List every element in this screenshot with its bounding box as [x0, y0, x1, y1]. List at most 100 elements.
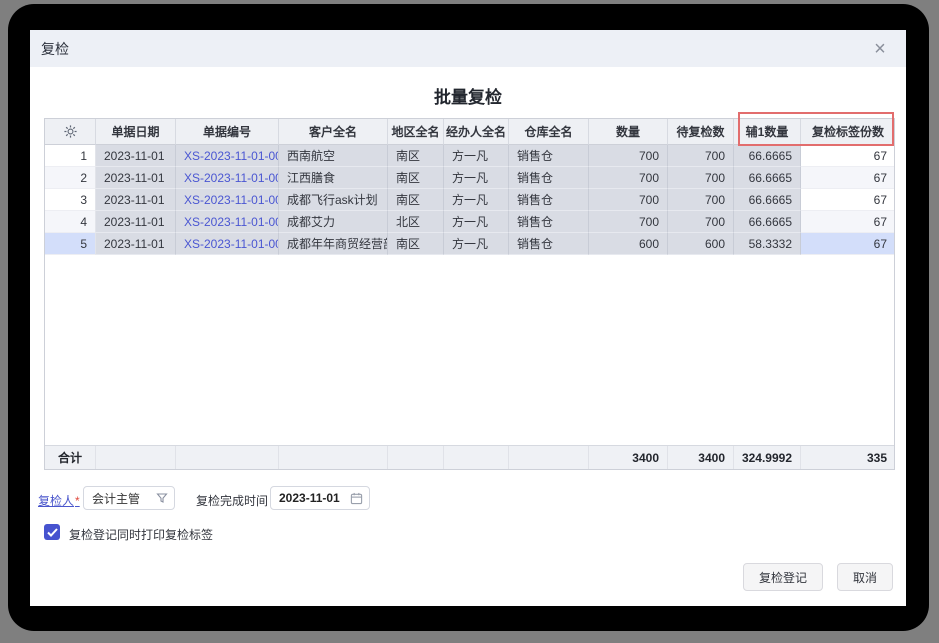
cell-copies[interactable]: 67 [801, 167, 894, 189]
col-header-date[interactable]: 单据日期 [96, 119, 176, 145]
cell-date: 2023-11-01 [96, 189, 176, 211]
table-body: 12023-11-01XS-2023-11-01-00047西南航空南区方一凡销… [45, 145, 894, 255]
cell-date: 2023-11-01 [96, 211, 176, 233]
row-number: 4 [45, 211, 96, 233]
total-doc_no [176, 446, 279, 469]
total-pending: 3400 [668, 446, 734, 469]
cell-copies[interactable]: 67 [801, 145, 894, 167]
cell-handler: 方一凡 [444, 211, 509, 233]
column-settings-button[interactable] [45, 119, 96, 145]
col-header-copies[interactable]: 复检标签份数 [801, 119, 894, 145]
cell-qty: 700 [589, 145, 668, 167]
reinspection-dialog: 复检 × 批量复检 单据日期单据编号客户全名地区全名经办人全名仓库全名数量待复检… [30, 30, 906, 606]
gear-icon [64, 125, 77, 138]
table-empty-area [45, 255, 894, 445]
print-checkbox[interactable] [44, 524, 60, 540]
cell-handler: 方一凡 [444, 233, 509, 255]
page-title: 批量复检 [30, 83, 906, 108]
cell-pending: 700 [668, 211, 734, 233]
total-warehouse [509, 446, 589, 469]
total-customer [279, 446, 388, 469]
col-header-pending[interactable]: 待复检数 [668, 119, 734, 145]
cell-customer: 西南航空 [279, 145, 388, 167]
total-qty: 3400 [589, 446, 668, 469]
cell-region: 南区 [388, 145, 444, 167]
cell-aux: 58.3332 [734, 233, 801, 255]
cell-aux: 66.6665 [734, 211, 801, 233]
print-checkbox-label[interactable]: 复检登记同时打印复检标签 [69, 526, 213, 543]
completion-time-field [270, 486, 370, 510]
table-row[interactable]: 32023-11-01XS-2023-11-01-00049成都飞行ask计划南… [45, 189, 894, 211]
close-icon[interactable]: × [868, 37, 892, 61]
cell-copies[interactable]: 67 [801, 189, 894, 211]
cell-region: 北区 [388, 211, 444, 233]
inspector-input[interactable] [84, 491, 156, 505]
table-total-row: 合计34003400324.9992335 [45, 445, 894, 469]
cell-pending: 600 [668, 233, 734, 255]
footer-buttons: 复检登记 取消 [743, 563, 893, 591]
col-header-warehouse[interactable]: 仓库全名 [509, 119, 589, 145]
cell-qty: 700 [589, 167, 668, 189]
cell-region: 南区 [388, 189, 444, 211]
completion-time-input[interactable] [271, 491, 350, 505]
doc-number-link[interactable]: XS-2023-11-01-00047 [176, 145, 279, 167]
filter-funnel-icon[interactable] [156, 492, 168, 504]
table-row[interactable]: 42023-11-01XS-2023-11-01-00050成都艾力北区方一凡销… [45, 211, 894, 233]
row-number: 2 [45, 167, 96, 189]
col-header-doc_no[interactable]: 单据编号 [176, 119, 279, 145]
cell-region: 南区 [388, 167, 444, 189]
dialog-titlebar: 复检 [30, 30, 906, 67]
inspector-field [83, 486, 175, 510]
cell-qty: 600 [589, 233, 668, 255]
inspector-label-link[interactable]: 复检人* [38, 492, 80, 509]
cell-qty: 700 [589, 211, 668, 233]
cancel-button[interactable]: 取消 [837, 563, 893, 591]
table-row[interactable]: 52023-11-01XS-2023-11-01-00051成都年年商贸经营部南… [45, 233, 894, 255]
total-region [388, 446, 444, 469]
cell-pending: 700 [668, 189, 734, 211]
doc-number-link[interactable]: XS-2023-11-01-00049 [176, 189, 279, 211]
table-row[interactable]: 12023-11-01XS-2023-11-01-00047西南航空南区方一凡销… [45, 145, 894, 167]
doc-number-link[interactable]: XS-2023-11-01-00050 [176, 211, 279, 233]
cell-date: 2023-11-01 [96, 167, 176, 189]
register-button[interactable]: 复检登记 [743, 563, 823, 591]
doc-number-link[interactable]: XS-2023-11-01-00051 [176, 233, 279, 255]
inspector-label-text: 复检人 [38, 494, 74, 508]
cell-warehouse: 销售仓 [509, 145, 589, 167]
col-header-customer[interactable]: 客户全名 [279, 119, 388, 145]
col-header-qty[interactable]: 数量 [589, 119, 668, 145]
cell-customer: 成都年年商贸经营部 [279, 233, 388, 255]
row-number: 3 [45, 189, 96, 211]
cell-customer: 江西膳食 [279, 167, 388, 189]
doc-number-link[interactable]: XS-2023-11-01-00048 [176, 167, 279, 189]
cell-copies[interactable]: 67 [801, 233, 894, 255]
cell-warehouse: 销售仓 [509, 233, 589, 255]
total-label: 合计 [45, 446, 96, 469]
cell-aux: 66.6665 [734, 167, 801, 189]
cell-aux: 66.6665 [734, 145, 801, 167]
table-row[interactable]: 22023-11-01XS-2023-11-01-00048江西膳食南区方一凡销… [45, 167, 894, 189]
completion-time-label: 复检完成时间 [196, 492, 268, 509]
cell-pending: 700 [668, 145, 734, 167]
cell-aux: 66.6665 [734, 189, 801, 211]
cell-warehouse: 销售仓 [509, 211, 589, 233]
cell-warehouse: 销售仓 [509, 189, 589, 211]
calendar-icon[interactable] [350, 492, 363, 505]
col-header-handler[interactable]: 经办人全名 [444, 119, 509, 145]
total-date [96, 446, 176, 469]
cell-pending: 700 [668, 167, 734, 189]
cell-handler: 方一凡 [444, 189, 509, 211]
cell-handler: 方一凡 [444, 167, 509, 189]
required-mark: * [75, 494, 80, 508]
col-header-aux[interactable]: 辅1数量 [734, 119, 801, 145]
row-number: 1 [45, 145, 96, 167]
cell-region: 南区 [388, 233, 444, 255]
total-handler [444, 446, 509, 469]
check-icon [47, 528, 58, 537]
cell-warehouse: 销售仓 [509, 167, 589, 189]
cell-copies[interactable]: 67 [801, 211, 894, 233]
col-header-region[interactable]: 地区全名 [388, 119, 444, 145]
cell-date: 2023-11-01 [96, 145, 176, 167]
cell-customer: 成都飞行ask计划 [279, 189, 388, 211]
cell-date: 2023-11-01 [96, 233, 176, 255]
